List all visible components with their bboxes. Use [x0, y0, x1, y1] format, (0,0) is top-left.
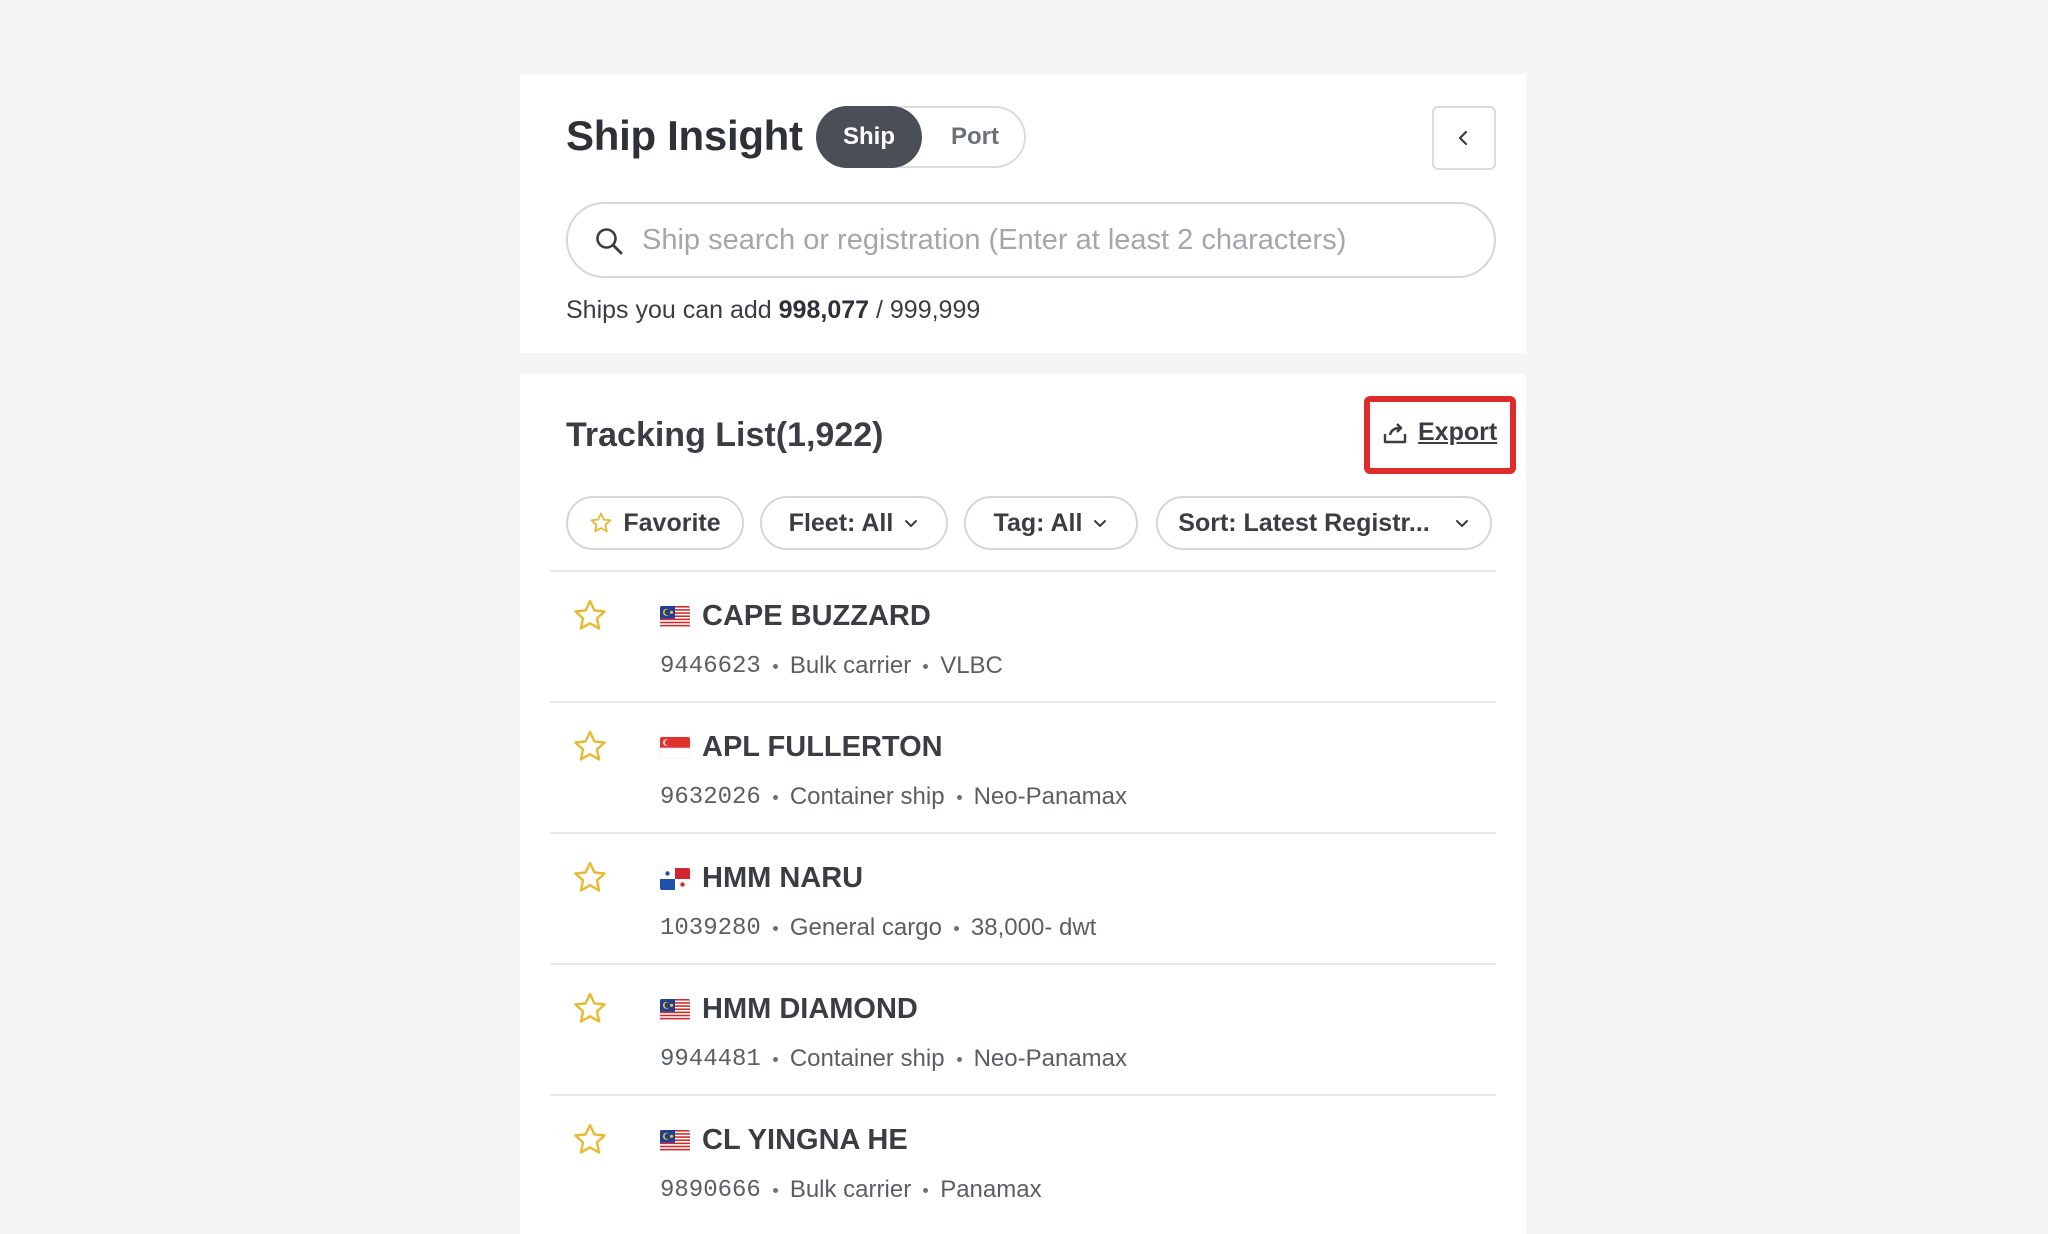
tag-filter-dropdown[interactable]: Tag: All — [964, 496, 1138, 550]
ship-size-class: Neo-Panamax — [973, 1045, 1128, 1072]
export-icon — [1383, 422, 1407, 443]
ship-row[interactable]: HMM DIAMOND 9944481 Container ship Neo-Pana… — [550, 965, 1496, 1095]
sort-dropdown[interactable]: Sort: Latest Registr... — [1156, 496, 1492, 550]
ship-row[interactable]: HMM NARU 1039280 General cargo 38,000- dwt — [550, 834, 1496, 964]
star-outline-icon — [590, 512, 612, 533]
ship-name: CAPE BUZZARD — [702, 600, 931, 632]
ship-name: HMM DIAMOND — [702, 993, 918, 1025]
chevron-down-icon — [1094, 520, 1107, 527]
ship-imo: 9446623 — [660, 652, 761, 680]
ship-name: APL FULLERTON — [702, 731, 943, 763]
ship-row[interactable]: CAPE BUZZARD 9446623 Bulk carrier VLBC — [550, 572, 1496, 702]
chevron-down-icon — [905, 520, 918, 527]
ship-type: General cargo — [789, 914, 942, 941]
quota-total: 999,999 — [889, 296, 981, 324]
toggle-ship-option[interactable]: Ship — [816, 106, 922, 168]
ship-meta: 1039280 General cargo 38,000- dwt — [660, 914, 1096, 942]
country-flag-icon — [660, 999, 690, 1021]
ship-size-class: Panamax — [940, 1176, 1042, 1203]
ship-name: CL YINGNA HE — [702, 1124, 908, 1156]
quota-available: 998,077 — [778, 296, 870, 324]
ship-type: Bulk carrier — [789, 1176, 912, 1203]
export-button[interactable]: Export — [1382, 418, 1497, 447]
separator-dot — [772, 925, 778, 931]
country-flag-icon — [660, 606, 690, 628]
export-label: Export — [1418, 418, 1498, 446]
separator-dot — [956, 794, 962, 800]
sort-label: Sort: Latest Registr... — [1178, 508, 1430, 537]
ship-quota-text: Ships you can add 998,077 / 999,999 — [566, 296, 980, 325]
search-icon — [596, 228, 623, 255]
separator-dot — [772, 663, 778, 669]
favorite-star-icon[interactable] — [572, 860, 608, 896]
country-flag-icon — [660, 868, 690, 890]
ship-meta: 9632026 Container ship Neo-Panamax — [660, 783, 1127, 811]
ship-meta: 9944481 Container ship Neo-Panamax — [660, 1045, 1127, 1073]
separator-dot — [772, 1056, 778, 1062]
favorite-filter-chip[interactable]: Favorite — [566, 496, 744, 550]
separator-dot — [923, 663, 929, 669]
tracking-list-title: Tracking List(1,922) — [566, 416, 884, 454]
ship-search-box — [566, 202, 1496, 278]
page-title: Ship Insight — [566, 112, 803, 159]
ship-size-class: Neo-Panamax — [973, 783, 1128, 810]
favorite-filter-label: Favorite — [623, 508, 721, 537]
ship-meta: 9446623 Bulk carrier VLBC — [660, 652, 1003, 680]
ship-type: Container ship — [789, 783, 945, 810]
ship-imo: 9632026 — [660, 783, 761, 811]
quota-label: Ships you can add — [566, 296, 772, 324]
separator-dot — [953, 925, 959, 931]
ship-row[interactable]: APL FULLERTON 9632026 Container ship Neo-Pa… — [550, 703, 1496, 833]
ship-imo: 1039280 — [660, 914, 761, 942]
favorite-star-icon[interactable] — [572, 598, 608, 634]
tag-filter-label: Tag: All — [993, 508, 1083, 537]
separator-dot — [772, 1187, 778, 1193]
separator-dot — [923, 1187, 929, 1193]
ship-type: Container ship — [789, 1045, 945, 1072]
tracking-list-panel: Tracking List(1,922) Export Favorite Fle… — [520, 374, 1526, 1234]
fleet-filter-dropdown[interactable]: Fleet: All — [760, 496, 948, 550]
ship-meta: 9890666 Bulk carrier Panamax — [660, 1176, 1042, 1204]
ship-search-input[interactable] — [642, 214, 1462, 266]
ship-name: HMM NARU — [702, 862, 864, 894]
favorite-star-icon[interactable] — [572, 991, 608, 1027]
ship-imo: 9890666 — [660, 1176, 761, 1204]
ship-imo: 9944481 — [660, 1045, 761, 1073]
toggle-port-option[interactable]: Port — [922, 106, 1028, 168]
quota-separator: / — [875, 296, 883, 324]
ship-type: Bulk carrier — [789, 652, 912, 679]
ship-insight-header-panel: Ship Insight Ship Port Ships you can add… — [520, 74, 1526, 353]
ship-row[interactable]: CL YINGNA HE 9890666 Bulk carrier Panamax — [550, 1096, 1496, 1226]
separator-dot — [956, 1056, 962, 1062]
collapse-panel-button[interactable] — [1432, 106, 1496, 170]
country-flag-icon — [660, 737, 690, 759]
chevron-down-icon — [1455, 520, 1468, 527]
favorite-star-icon[interactable] — [572, 729, 608, 765]
ship-port-toggle: Ship Port — [816, 106, 1026, 168]
chevron-left-icon — [1458, 130, 1468, 146]
separator-dot — [772, 794, 778, 800]
country-flag-icon — [660, 1130, 690, 1152]
fleet-filter-label: Fleet: All — [788, 508, 894, 537]
favorite-star-icon[interactable] — [572, 1122, 608, 1158]
ship-size-class: VLBC — [940, 652, 1003, 679]
ship-size-class: 38,000- dwt — [970, 914, 1097, 941]
